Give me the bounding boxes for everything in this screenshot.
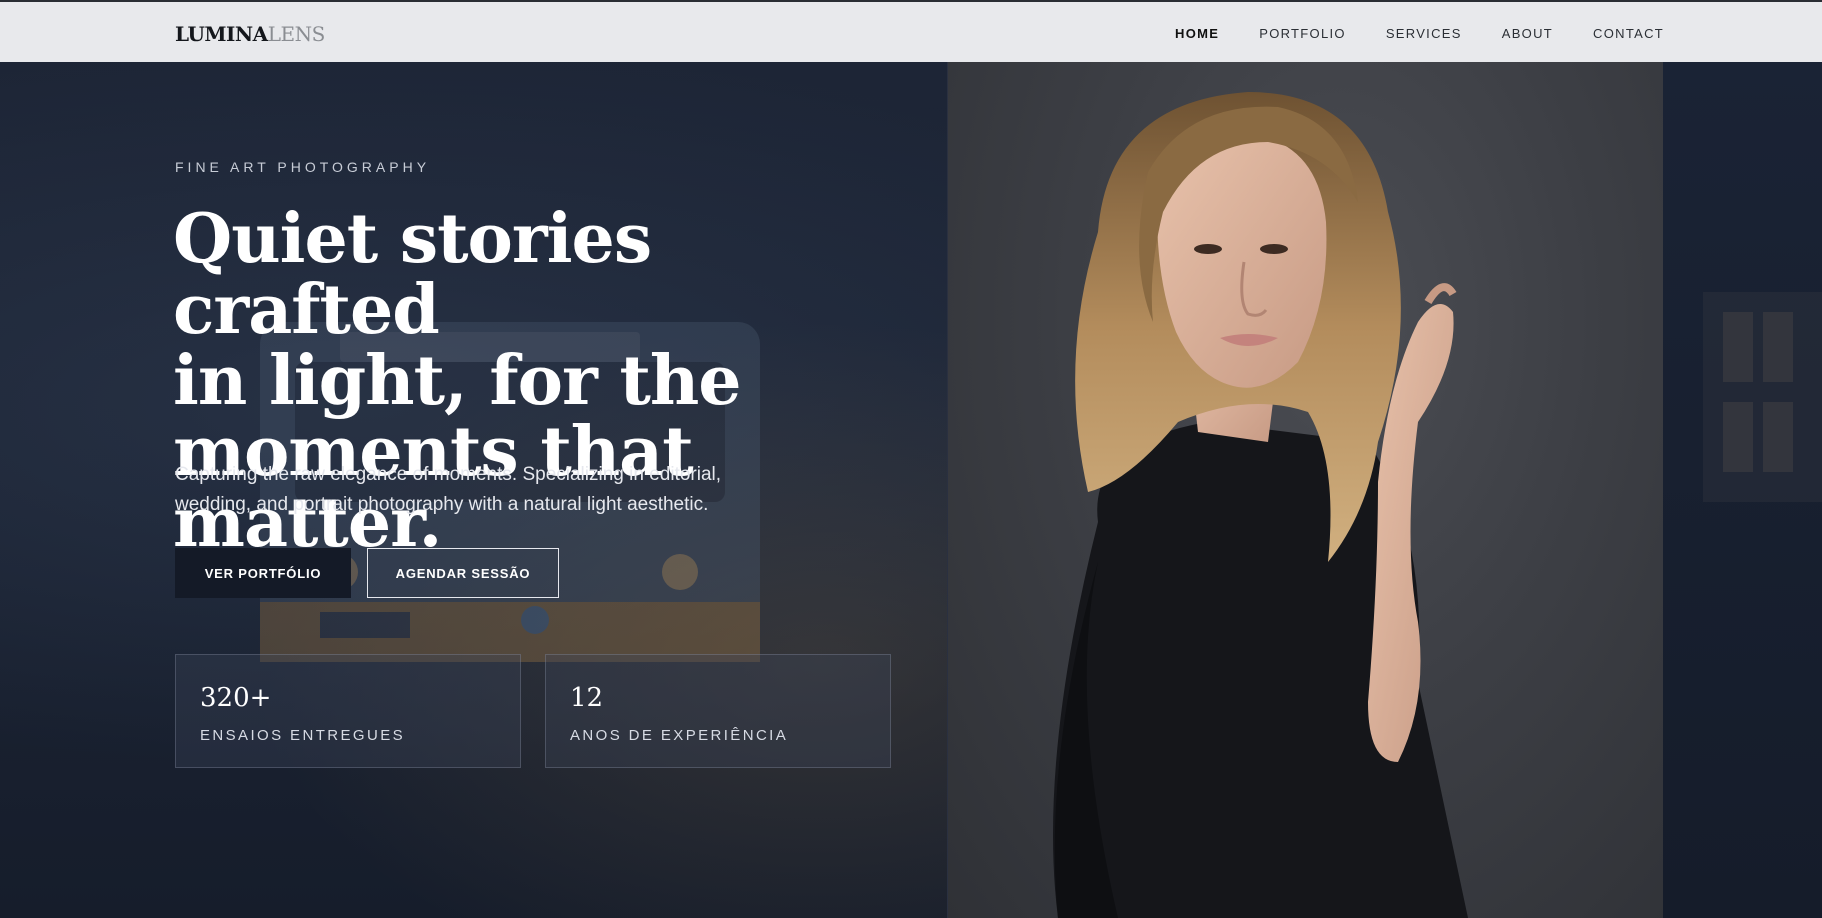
headline-line-1: Quiet stories crafted <box>173 199 652 350</box>
main-nav: HOME PORTFOLIO SERVICES ABOUT CONTACT <box>1175 26 1664 41</box>
nav-link-about[interactable]: ABOUT <box>1502 26 1553 41</box>
headline-line-2: in light, for the <box>173 341 742 421</box>
stat-card-sessions: 320+ ENSAIOS ENTREGUES <box>175 654 521 768</box>
logo-bold-text: LUMINA <box>175 22 268 46</box>
brand-logo[interactable]: LUMINALENS <box>175 22 325 46</box>
stat-card-experience: 12 ANOS DE EXPERIÊNCIA <box>545 654 891 768</box>
hero-section: FINE ART PHOTOGRAPHY Quiet stories craft… <box>0 62 1822 918</box>
logo-light-text: LENS <box>267 22 326 46</box>
nav-link-home[interactable]: HOME <box>1175 26 1219 41</box>
view-portfolio-button[interactable]: VER PORTFÓLIO <box>175 548 351 598</box>
stat-value: 12 <box>570 683 604 713</box>
book-session-button[interactable]: AGENDAR SESSÃO <box>367 548 559 598</box>
nav-link-services[interactable]: SERVICES <box>1386 26 1462 41</box>
nav-link-portfolio[interactable]: PORTFOLIO <box>1259 26 1346 41</box>
nav-link-contact[interactable]: CONTACT <box>1593 26 1664 41</box>
hero-portrait-photo <box>947 62 1663 918</box>
building-silhouette <box>1703 292 1822 502</box>
hero-kicker: FINE ART PHOTOGRAPHY <box>175 159 431 175</box>
stat-value: 320+ <box>200 683 272 713</box>
stat-label: ANOS DE EXPERIÊNCIA <box>570 727 789 744</box>
stat-label: ENSAIOS ENTREGUES <box>200 727 406 744</box>
hero-subtitle: Capturing the raw elegance of moments. S… <box>175 464 722 515</box>
top-navigation-bar: LUMINALENS HOME PORTFOLIO SERVICES ABOUT… <box>0 0 1822 62</box>
portrait-illustration <box>1053 92 1468 918</box>
right-background-strip <box>1663 62 1822 918</box>
